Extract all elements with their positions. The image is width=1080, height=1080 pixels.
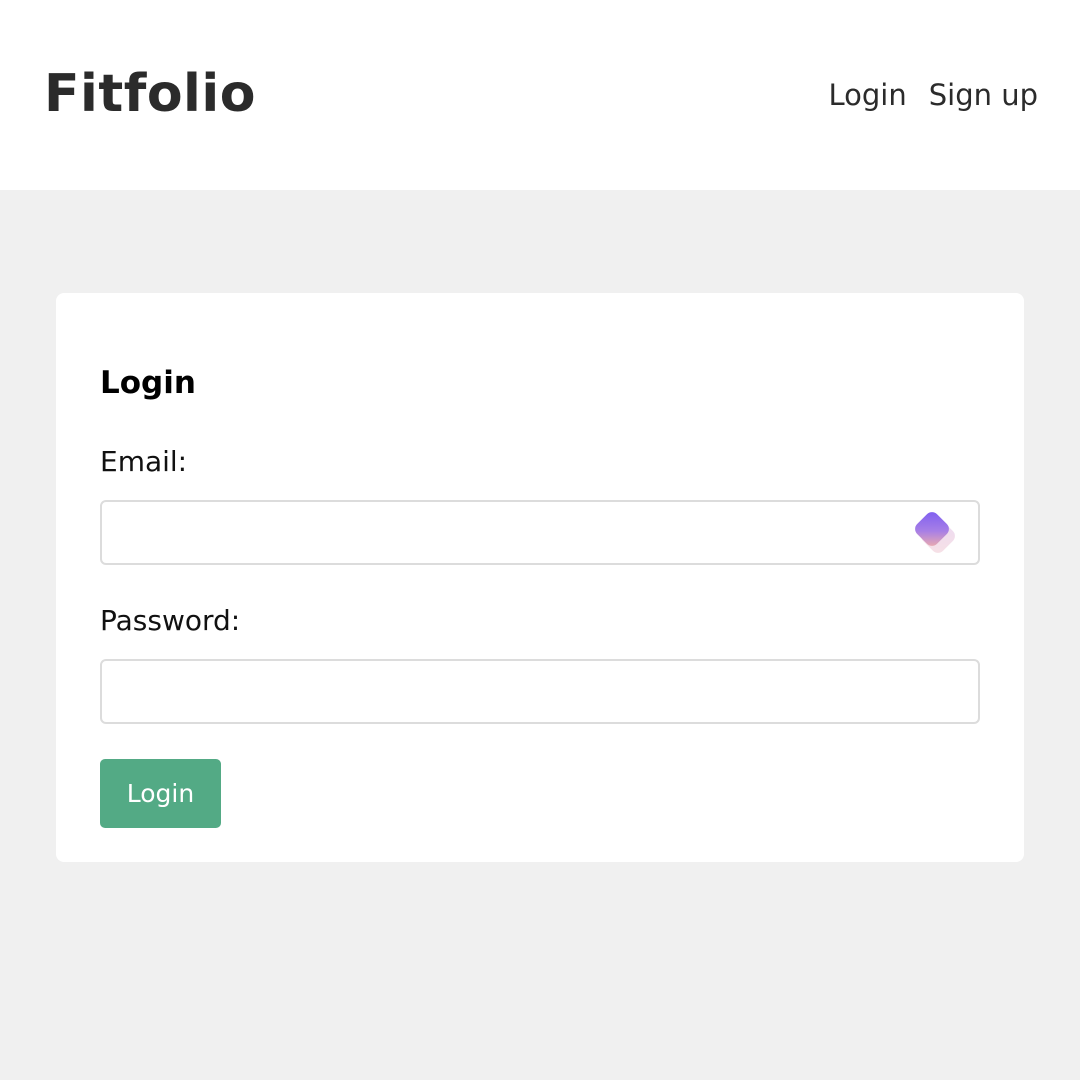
email-label: Email: [100,445,188,478]
login-title: Login [100,365,196,401]
nav-signup-link[interactable]: Sign up [929,76,1038,114]
email-field[interactable] [100,500,980,565]
site-logo[interactable]: Fitfolio [44,60,256,128]
site-header: Fitfolio Login Sign up [0,0,1080,190]
password-field[interactable] [100,659,980,724]
login-card: Login Email: Password: Login [56,293,1024,862]
top-nav: Login Sign up [828,76,1038,114]
password-manager-extension-icon[interactable] [906,509,964,555]
password-label: Password: [100,604,241,637]
login-button[interactable]: Login [100,759,221,828]
nav-login-link[interactable]: Login [828,76,906,114]
